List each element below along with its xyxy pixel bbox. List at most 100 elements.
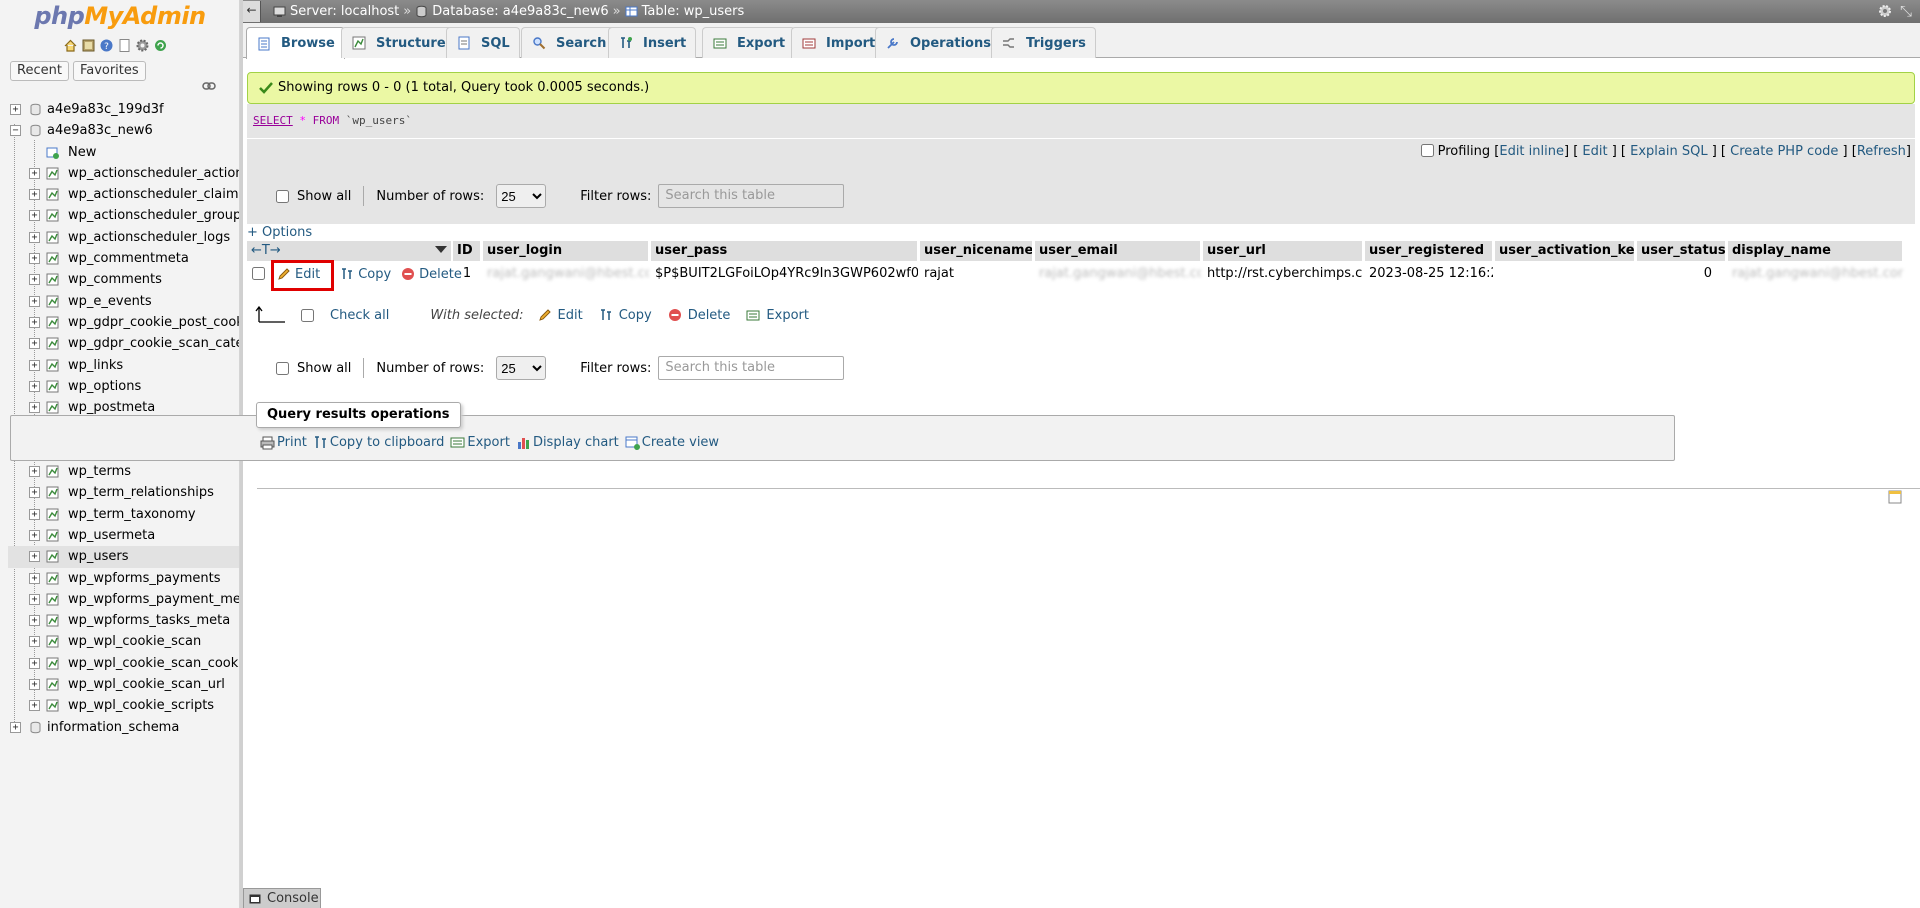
tree-item-label[interactable]: wp_links: [68, 355, 123, 376]
column-header-id[interactable]: ID: [453, 241, 481, 261]
recent-tab[interactable]: Recent: [10, 61, 69, 81]
tree-table-item[interactable]: + wp_users: [8, 546, 239, 568]
rows-select[interactable]: 25: [496, 356, 547, 380]
tree-item-label[interactable]: wp_actionscheduler_logs: [68, 227, 230, 248]
tree-table-item[interactable]: + wp_term_taxonomy: [8, 504, 239, 525]
tree-item-label[interactable]: New: [68, 142, 96, 163]
table-structure-icon[interactable]: [46, 337, 59, 350]
expand-icon[interactable]: +: [29, 572, 40, 584]
expand-icon[interactable]: +: [29, 529, 40, 541]
link-icon[interactable]: [202, 81, 216, 91]
expand-icon[interactable]: +: [29, 466, 40, 478]
database-icon[interactable]: [29, 124, 42, 137]
table-structure-icon[interactable]: [46, 678, 59, 691]
show-all-checkbox[interactable]: [276, 361, 289, 375]
table-structure-icon[interactable]: [46, 359, 59, 372]
edit-inline-link[interactable]: Edit inline: [1499, 144, 1564, 159]
table-structure-icon[interactable]: [46, 508, 59, 521]
tree-item-label[interactable]: information_schema: [47, 717, 179, 738]
expand-icon[interactable]: +: [29, 189, 40, 201]
expand-icon[interactable]: +: [29, 487, 40, 499]
create-view-link[interactable]: Create view: [642, 435, 719, 450]
tab-browse[interactable]: Browse: [246, 27, 345, 59]
tree-item-label[interactable]: wp_wpl_cookie_scan_cookies: [68, 653, 239, 674]
expand-icon[interactable]: +: [29, 338, 40, 350]
tree-table-item[interactable]: + wp_gdpr_cookie_scan_category: [8, 333, 239, 354]
table-structure-icon[interactable]: [46, 486, 59, 499]
tree-item-label[interactable]: wp_terms: [68, 461, 131, 482]
collapse-nav-button[interactable]: ←: [243, 1, 261, 22]
expand-icon[interactable]: +: [29, 679, 40, 691]
tree-item-label[interactable]: wp_wpforms_payments: [68, 568, 221, 589]
cell-user_registered[interactable]: 2023-08-25 12:16:21: [1365, 262, 1493, 284]
refresh-link[interactable]: Refresh: [1857, 144, 1906, 159]
cell-id[interactable]: 1: [453, 262, 481, 284]
page-settings-icon[interactable]: [1878, 4, 1892, 18]
row-checkbox[interactable]: [252, 267, 265, 280]
tree-table-item[interactable]: + wp_wpforms_tasks_meta: [8, 610, 239, 631]
notes-icon[interactable]: [1888, 490, 1902, 504]
tree-table-item[interactable]: + wp_wpl_cookie_scan_cookies: [8, 653, 239, 674]
expand-icon[interactable]: +: [29, 316, 40, 328]
tree-item-label[interactable]: a4e9a83c_199d3f: [47, 99, 164, 120]
table-structure-icon[interactable]: [46, 401, 59, 414]
cell-display_name[interactable]: rajat.gangwani@hbest.com: [1728, 262, 1903, 284]
filter-input[interactable]: Search this table: [658, 184, 845, 208]
options-link[interactable]: + Options: [247, 225, 312, 240]
cell-user_status[interactable]: 0: [1637, 262, 1726, 284]
table-structure-icon[interactable]: [46, 465, 59, 478]
breadcrumb-table[interactable]: Table: wp_users: [642, 0, 745, 23]
tree-table-item[interactable]: New: [8, 142, 239, 163]
tree-table-item[interactable]: + wp_links: [8, 355, 239, 376]
table-structure-icon[interactable]: [46, 316, 59, 329]
fullscreen-icon[interactable]: ⤡: [1900, 0, 1912, 23]
tree-table-item[interactable]: + wp_wpforms_payments: [8, 568, 239, 589]
table-structure-icon[interactable]: [46, 614, 59, 627]
column-header-user_login[interactable]: user_login: [483, 241, 649, 261]
tree-table-item[interactable]: + wp_wpl_cookie_scripts: [8, 695, 239, 716]
expand-icon[interactable]: +: [10, 104, 21, 115]
check-all-link[interactable]: Check all: [330, 308, 389, 323]
table-structure-icon[interactable]: [46, 529, 59, 542]
tree-table-item[interactable]: + wp_wpforms_payment_meta: [8, 589, 239, 610]
table-structure-icon[interactable]: [46, 273, 59, 286]
tree-item-label[interactable]: wp_wpforms_payment_meta: [68, 589, 239, 610]
tree-item-label[interactable]: wp_commentmeta: [68, 248, 189, 269]
display-chart-link[interactable]: Display chart: [533, 435, 619, 450]
table-structure-icon[interactable]: [46, 188, 59, 201]
tree-table-item[interactable]: + wp_term_relationships: [8, 482, 239, 503]
table-structure-icon[interactable]: [46, 295, 59, 308]
tree-item-label[interactable]: wp_e_events: [68, 291, 152, 312]
tree-table-item[interactable]: + wp_actionscheduler_logs: [8, 227, 239, 248]
expand-icon[interactable]: +: [29, 231, 40, 243]
console-toggle[interactable]: Console: [243, 888, 321, 908]
rows-select[interactable]: 25: [496, 184, 547, 208]
tab-structure[interactable]: Structure: [341, 27, 456, 58]
tree-table-item[interactable]: + wp_comments: [8, 269, 239, 290]
expand-icon[interactable]: +: [29, 657, 40, 669]
breadcrumb-server[interactable]: Server: localhost: [290, 0, 399, 23]
home-icon[interactable]: [63, 38, 78, 53]
tree-item-label[interactable]: wp_users: [68, 546, 129, 567]
tab-sql[interactable]: SQL: [446, 27, 520, 58]
tree-item-label[interactable]: wp_wpl_cookie_scan_url: [68, 674, 225, 695]
column-header-user_url[interactable]: user_url: [1203, 241, 1363, 261]
tree-table-item[interactable]: + wp_options: [8, 376, 239, 397]
tree-item-label[interactable]: wp_options: [68, 376, 141, 397]
table-structure-icon[interactable]: [46, 593, 59, 606]
check-all-checkbox[interactable]: [301, 308, 314, 322]
expand-icon[interactable]: +: [29, 210, 40, 222]
collapse-icon[interactable]: −: [10, 125, 21, 137]
explain-sql-link[interactable]: Explain SQL: [1630, 144, 1707, 159]
cell-user_nicename[interactable]: rajat: [920, 262, 1033, 284]
cell-user_email[interactable]: rajat.gangwani@hbest.com: [1035, 262, 1201, 284]
tab-search[interactable]: Search: [521, 27, 617, 58]
bulk-copy-button[interactable]: Copy: [619, 308, 652, 323]
table-structure-icon[interactable]: [46, 231, 59, 244]
tree-item-label[interactable]: wp_gdpr_cookie_scan_category: [68, 333, 239, 354]
tree-item-label[interactable]: wp_gdpr_cookie_post_cookies: [68, 312, 239, 333]
cell-user_login[interactable]: rajat.gangwani@hbest.com: [483, 262, 649, 284]
print-link[interactable]: Print: [277, 435, 307, 450]
breadcrumb-database[interactable]: Database: a4e9a83c_new6: [432, 0, 608, 23]
table-structure-icon[interactable]: [46, 380, 59, 393]
